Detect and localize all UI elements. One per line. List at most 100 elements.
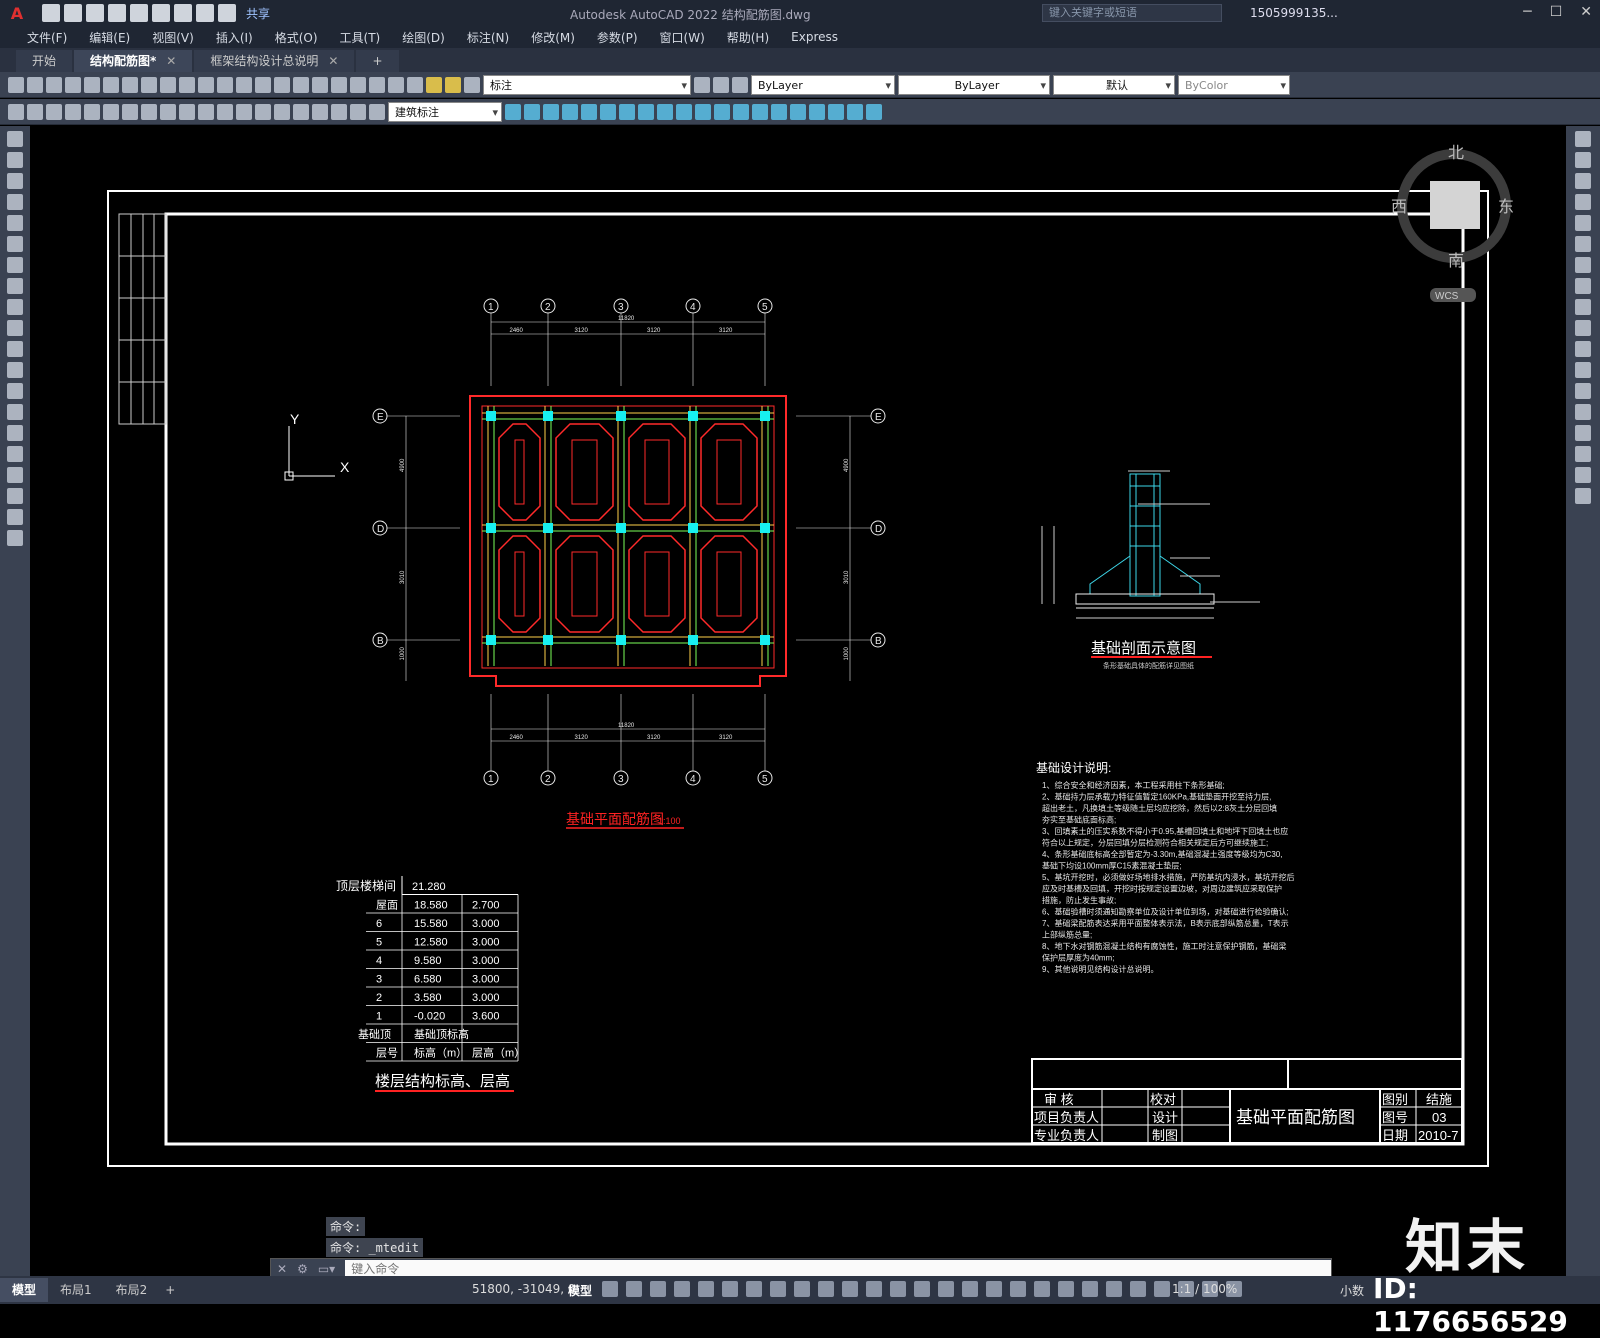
color-dropdown[interactable]: ByLayer — [751, 74, 895, 96]
linetype-dropdown[interactable]: ByLayer — [898, 74, 1050, 96]
file-tab[interactable]: 框架结构设计总说明 ✕ — [194, 50, 355, 72]
3d-osnap-icon[interactable] — [890, 1281, 906, 1297]
dim-quick-icon[interactable] — [160, 103, 176, 120]
web-open-icon[interactable] — [130, 4, 148, 22]
add-selected-icon[interactable] — [7, 530, 23, 546]
extend-icon[interactable] — [1575, 341, 1591, 357]
block-editor-icon[interactable] — [543, 103, 559, 120]
shape-merge-icon[interactable] — [809, 103, 825, 120]
paste-icon[interactable] — [160, 76, 176, 93]
explode-icon[interactable] — [1575, 488, 1591, 504]
fillet-icon[interactable] — [1575, 446, 1591, 462]
join-icon[interactable] — [1575, 404, 1591, 420]
rotate-icon[interactable] — [1575, 257, 1591, 273]
menu-item[interactable]: 格式(O) — [264, 29, 329, 46]
add-layout-icon[interactable]: + — [165, 1283, 175, 1297]
blend-icon[interactable] — [1575, 467, 1591, 483]
workspace-icon[interactable] — [1034, 1281, 1050, 1297]
design-center-icon[interactable] — [312, 76, 328, 93]
dim-angular-icon[interactable] — [141, 103, 157, 120]
viewcube[interactable]: 北 南 东 西 WCS — [1391, 144, 1514, 302]
viewcube-west[interactable]: 西 — [1391, 199, 1407, 216]
properties-icon[interactable] — [293, 76, 309, 93]
lineweight-dropdown[interactable]: 默认 — [1053, 74, 1175, 96]
annotation-monitor-icon[interactable] — [1058, 1281, 1074, 1297]
redo-icon[interactable] — [217, 76, 233, 93]
lock-ui-icon[interactable] — [1130, 1281, 1146, 1297]
layer-current-icon[interactable] — [694, 76, 710, 93]
tab-close-icon[interactable]: ✕ — [328, 50, 338, 72]
multiline-text-icon[interactable] — [7, 509, 23, 525]
dim-edit-icon[interactable] — [331, 103, 347, 120]
layer-manager-icon[interactable] — [407, 76, 423, 93]
line-icon[interactable] — [7, 131, 23, 147]
annotation-visibility-icon[interactable] — [986, 1281, 1002, 1297]
search-input[interactable]: 键入关键字或短语 — [1042, 4, 1222, 22]
trim-icon[interactable] — [1575, 320, 1591, 336]
chamfer-icon[interactable] — [1575, 425, 1591, 441]
dim-continue-icon[interactable] — [198, 103, 214, 120]
bulb-icon[interactable] — [426, 76, 442, 93]
menu-item[interactable]: 插入(I) — [205, 29, 264, 46]
menu-item[interactable]: 文件(F) — [16, 29, 78, 46]
plot-icon[interactable] — [65, 76, 81, 93]
menu-item[interactable]: 参数(P) — [586, 29, 649, 46]
viewcube-east[interactable]: 东 — [1498, 198, 1514, 216]
dim-radius-icon[interactable] — [84, 103, 100, 120]
maximize-icon[interactable]: ☐ — [1550, 4, 1563, 20]
mirror-icon[interactable] — [1575, 173, 1591, 189]
dim-arc-icon[interactable] — [46, 103, 62, 120]
center-mark-icon[interactable] — [274, 103, 290, 120]
image-icon[interactable] — [600, 103, 616, 120]
menu-item[interactable]: Express — [780, 30, 849, 44]
copy-icon[interactable] — [1575, 152, 1591, 168]
attribute-icon[interactable] — [562, 103, 578, 120]
isolate-icon[interactable] — [1154, 1281, 1170, 1297]
open-icon[interactable] — [27, 76, 43, 93]
revision-cloud-icon[interactable] — [7, 278, 23, 294]
gradient-icon[interactable] — [7, 446, 23, 462]
save-icon[interactable] — [46, 76, 62, 93]
transparency-icon[interactable] — [842, 1281, 858, 1297]
menu-item[interactable]: 视图(V) — [141, 29, 205, 46]
copy-icon[interactable] — [141, 76, 157, 93]
arc-icon[interactable] — [7, 236, 23, 252]
dim-break-icon[interactable] — [236, 103, 252, 120]
file-tab[interactable]: 开始 — [16, 50, 73, 72]
menu-item[interactable]: 修改(M) — [520, 29, 586, 46]
viewcube-top-face[interactable] — [1430, 181, 1480, 229]
dim-ordinate-icon[interactable] — [65, 103, 81, 120]
zoom-window-icon[interactable] — [274, 76, 290, 93]
erase-icon[interactable] — [1575, 131, 1591, 147]
help-icon[interactable] — [388, 76, 404, 93]
auto-scale-icon[interactable] — [1010, 1281, 1026, 1297]
layer-off-icon[interactable] — [676, 103, 692, 120]
ellipse-icon[interactable] — [7, 320, 23, 336]
menu-item[interactable]: 绘图(D) — [391, 29, 456, 46]
object-snap-tracking-icon[interactable] — [770, 1281, 786, 1297]
dim-update-icon[interactable] — [369, 103, 385, 120]
polar-icon[interactable] — [722, 1281, 738, 1297]
unisolate-icon[interactable] — [866, 103, 882, 120]
insert-block-icon[interactable] — [7, 362, 23, 378]
layout-tab[interactable]: 布局2 — [104, 1278, 160, 1302]
preview-icon[interactable] — [84, 76, 100, 93]
copy-nested-icon[interactable] — [790, 103, 806, 120]
construction-line-icon[interactable] — [7, 152, 23, 168]
jogged-linear-icon[interactable] — [312, 103, 328, 120]
layout-tab[interactable]: 布局1 — [48, 1278, 104, 1302]
infer-icon[interactable] — [650, 1281, 666, 1297]
hatch-icon[interactable] — [7, 425, 23, 441]
layer-match-icon[interactable] — [733, 103, 749, 120]
make-block-icon[interactable] — [7, 383, 23, 399]
viewcube-south[interactable]: 南 — [1448, 252, 1464, 270]
polyline-icon[interactable] — [7, 173, 23, 189]
point-icon[interactable] — [7, 404, 23, 420]
redo-icon[interactable] — [218, 4, 236, 22]
isolate-icon[interactable] — [828, 103, 844, 120]
isodraft-icon[interactable] — [746, 1281, 762, 1297]
undo-icon[interactable] — [196, 4, 214, 22]
pan-icon[interactable] — [236, 76, 252, 93]
new-tab-icon[interactable]: + — [356, 50, 399, 72]
polygon-icon[interactable] — [7, 194, 23, 210]
